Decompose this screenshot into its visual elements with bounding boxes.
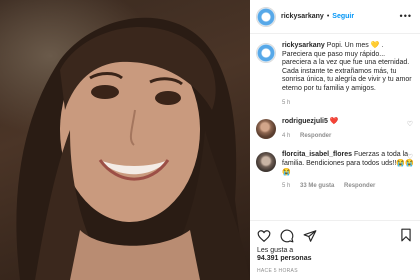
follow-button[interactable]: Seguir <box>332 13 354 20</box>
post-actions <box>250 220 420 250</box>
post-age[interactable]: HACE 5 HORAS <box>257 268 298 274</box>
comment-meta: 5 h 33 Me gusta Responder <box>282 182 414 191</box>
caption-meta: 5 h <box>282 99 414 108</box>
comment-row: florcita_isabel_flores Fuerzas a toda la… <box>250 147 420 190</box>
comment-username[interactable]: florcita_isabel_flores <box>282 151 352 158</box>
more-options-icon[interactable]: ••• <box>400 11 412 21</box>
comment-avatar[interactable] <box>256 152 276 173</box>
post-panel: rickysarkany • Seguir ••• rickysarkany P… <box>250 0 420 280</box>
likes-count[interactable]: 94.391 personas <box>257 255 311 262</box>
comment-text: ❤️ <box>329 118 339 126</box>
comment-time[interactable]: 5 h <box>282 183 290 189</box>
caption-time[interactable]: 5 h <box>282 100 290 106</box>
post-header: rickysarkany • Seguir ••• <box>250 0 420 34</box>
author-username[interactable]: rickysarkany <box>281 13 324 20</box>
comment-like-icon[interactable]: ♡ <box>407 153 413 161</box>
caption-username[interactable]: rickysarkany <box>282 42 325 49</box>
share-icon[interactable] <box>303 229 317 243</box>
comment-icon[interactable] <box>280 229 294 243</box>
reply-button[interactable]: Responder <box>300 133 331 139</box>
likes-summary[interactable]: Les gusta a 94.391 personas <box>257 247 311 262</box>
caption-row: rickysarkany Popi. Un mes 💛 . Pareciera … <box>250 38 420 107</box>
post-photo <box>0 0 250 280</box>
comment-likes[interactable]: 33 Me gusta <box>300 183 334 189</box>
comment-meta: 4 h Responder <box>282 132 414 141</box>
heart-icon[interactable] <box>257 229 271 243</box>
comment-time[interactable]: 4 h <box>282 133 290 139</box>
likes-line-1: Les gusta a <box>257 247 294 254</box>
caption-text: Popi. Un mes 💛 . Pareciera que paso muy … <box>282 42 412 92</box>
comment-row: rodriguezjuli5 ❤️ 4 h Responder ♡ <box>250 114 420 140</box>
author-avatar[interactable] <box>256 6 276 27</box>
bookmark-icon[interactable] <box>400 228 412 242</box>
comment-avatar[interactable] <box>256 119 276 140</box>
reply-button[interactable]: Responder <box>344 183 375 189</box>
header-separator: • <box>326 13 330 20</box>
caption-avatar[interactable] <box>256 43 276 63</box>
comments-list: rickysarkany Popi. Un mes 💛 . Pareciera … <box>250 38 420 191</box>
comment-username[interactable]: rodriguezjuli5 <box>282 118 328 125</box>
comment-like-icon[interactable]: ♡ <box>407 120 413 128</box>
